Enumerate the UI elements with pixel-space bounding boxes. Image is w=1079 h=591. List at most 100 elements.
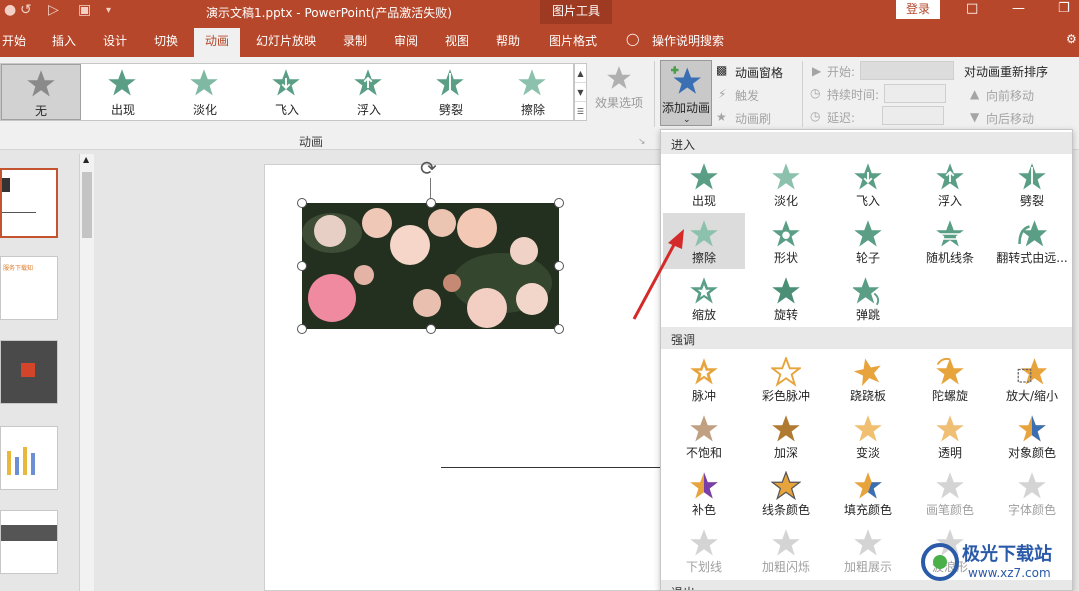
- restore-icon[interactable]: ❐: [1058, 1, 1070, 16]
- emphasis-label: 脉冲: [691, 389, 716, 403]
- tab-transitions[interactable]: 切换: [154, 32, 178, 49]
- gallery-item-split[interactable]: 劈裂: [411, 64, 491, 120]
- emphasis-spin[interactable]: 陀螺旋: [909, 351, 991, 407]
- emphasis-fill-color[interactable]: 填充颜色: [827, 465, 909, 521]
- move-earlier-button[interactable]: 向前移动: [986, 87, 1034, 104]
- emphasis-complementary[interactable]: 补色: [663, 465, 745, 521]
- emphasis-label: 对象颜色: [1007, 446, 1056, 460]
- thumbnail-scrollbar[interactable]: ▲: [79, 154, 94, 591]
- emphasis-lighten[interactable]: 变淡: [827, 408, 909, 464]
- entrance-label: 随机线条: [925, 251, 974, 265]
- entrance-swivel[interactable]: 旋转: [745, 270, 827, 326]
- gallery-label: 浮入: [356, 103, 381, 117]
- tab-picture-format[interactable]: 图片格式: [549, 32, 597, 49]
- tell-me-search[interactable]: 操作说明搜索: [652, 32, 724, 49]
- thumb-line: [2, 212, 36, 213]
- tab-slideshow[interactable]: 幻灯片放映: [256, 32, 316, 49]
- resize-handle-w[interactable]: [297, 261, 307, 271]
- star-brush-color-icon: [936, 472, 964, 499]
- entrance-shape[interactable]: 形状: [745, 213, 827, 269]
- customize-icon[interactable]: ▾: [106, 5, 111, 16]
- gallery-item-none[interactable]: 无: [1, 64, 81, 120]
- entrance-fly-in[interactable]: 飞入: [827, 156, 909, 212]
- gallery-more-icon[interactable]: ☰: [575, 102, 586, 121]
- resize-handle-ne[interactable]: [554, 198, 564, 208]
- emphasis-teeter[interactable]: 跷跷板: [827, 351, 909, 407]
- gallery-label: 出现: [110, 103, 135, 117]
- gallery-item-wipe[interactable]: 擦除: [493, 64, 573, 120]
- trigger-icon: ⚡: [718, 87, 727, 101]
- entrance-wheel[interactable]: 轮子: [827, 213, 909, 269]
- entrance-appear[interactable]: 出现: [663, 156, 745, 212]
- trigger-button[interactable]: 触发: [735, 87, 759, 104]
- minimize-icon[interactable]: —: [1012, 1, 1025, 16]
- gallery-down-icon[interactable]: ▼: [575, 83, 586, 102]
- resize-handle-nw[interactable]: [297, 198, 307, 208]
- resize-handle-s[interactable]: [426, 324, 436, 334]
- print-preview-icon[interactable]: ▣: [78, 2, 91, 18]
- emphasis-darken[interactable]: 加深: [745, 408, 827, 464]
- emphasis-line-color[interactable]: 线条颜色: [745, 465, 827, 521]
- dialog-launcher-icon[interactable]: ↘: [638, 137, 646, 147]
- gallery-item-appear[interactable]: 出现: [83, 64, 163, 120]
- tab-insert[interactable]: 插入: [52, 32, 76, 49]
- entrance-split[interactable]: 劈裂: [991, 156, 1072, 212]
- emphasis-grow-shrink[interactable]: 放大/缩小: [991, 351, 1072, 407]
- gallery-up-icon[interactable]: ▲: [575, 64, 586, 83]
- tab-animations[interactable]: 动画: [194, 28, 241, 57]
- scroll-up-icon[interactable]: ▲: [83, 155, 89, 164]
- gallery-scroll[interactable]: ▲ ▼ ☰: [574, 63, 587, 121]
- entrance-bounce[interactable]: 弹跳: [827, 270, 909, 326]
- emphasis-desaturate[interactable]: 不饱和: [663, 408, 745, 464]
- gallery-item-fade[interactable]: 淡化: [165, 64, 245, 120]
- entrance-fade[interactable]: 淡化: [745, 156, 827, 212]
- tab-home[interactable]: 开始: [2, 32, 26, 49]
- thumbnail-slide-4[interactable]: [0, 426, 58, 490]
- ribbon-display-icon[interactable]: □: [966, 1, 978, 16]
- animation-pane-button[interactable]: 动画窗格: [735, 64, 783, 81]
- resize-handle-sw[interactable]: [297, 324, 307, 334]
- start-select[interactable]: [860, 61, 954, 80]
- resize-handle-se[interactable]: [554, 324, 564, 334]
- emphasis-color-pulse[interactable]: 彩色脉冲: [745, 351, 827, 407]
- thumbnail-slide-3[interactable]: [0, 340, 58, 404]
- slideshow-icon[interactable]: ▷: [48, 2, 59, 18]
- login-button[interactable]: 登录: [896, 0, 940, 19]
- undo-icon[interactable]: ↺: [20, 2, 32, 18]
- thumbnail-slide-5[interactable]: [0, 510, 58, 574]
- delay-spinner[interactable]: [882, 106, 944, 125]
- tab-view[interactable]: 视图: [445, 32, 469, 49]
- thumbnail-slide-1[interactable]: [0, 168, 58, 238]
- save-icon[interactable]: ●: [4, 2, 16, 18]
- share-icon[interactable]: ⚙: [1066, 32, 1077, 46]
- star-bold-flash-icon: [772, 529, 800, 556]
- star-spin-icon: [936, 357, 964, 385]
- animation-painter-button[interactable]: 动画刷: [735, 110, 771, 127]
- gallery-item-float-in[interactable]: 浮入: [329, 64, 409, 120]
- resize-handle-n[interactable]: [426, 198, 436, 208]
- resize-handle-e[interactable]: [554, 261, 564, 271]
- star-object-color-icon: [1018, 415, 1046, 442]
- duration-spinner[interactable]: [884, 84, 946, 103]
- star-bounce-icon: [853, 277, 880, 306]
- rotate-handle-icon[interactable]: ⟳: [420, 156, 437, 180]
- star-desaturate-icon: [690, 415, 718, 442]
- emphasis-object-color[interactable]: 对象颜色: [991, 408, 1072, 464]
- selected-picture[interactable]: [302, 203, 559, 329]
- thumbnail-slide-2[interactable]: 服务下载知: [0, 256, 58, 320]
- group-label-animation: 动画: [299, 135, 324, 149]
- tab-review[interactable]: 审阅: [394, 32, 418, 49]
- entrance-float-in[interactable]: 浮入: [909, 156, 991, 212]
- entrance-grow-turn[interactable]: 翻转式由远...: [991, 213, 1072, 269]
- emphasis-pulse[interactable]: 脉冲: [663, 351, 745, 407]
- add-animation-button[interactable]: 添加动画 ⌄: [660, 60, 712, 126]
- effect-options-button[interactable]: 效果选项: [588, 65, 650, 111]
- gallery-item-fly-in[interactable]: 飞入: [247, 64, 327, 120]
- scroll-thumb[interactable]: [82, 172, 92, 238]
- entrance-random-bars[interactable]: 随机线条: [909, 213, 991, 269]
- move-later-button[interactable]: 向后移动: [986, 110, 1034, 127]
- emphasis-transparency[interactable]: 透明: [909, 408, 991, 464]
- tab-record[interactable]: 录制: [343, 32, 367, 49]
- tab-design[interactable]: 设计: [103, 32, 127, 49]
- tab-help[interactable]: 帮助: [496, 32, 520, 49]
